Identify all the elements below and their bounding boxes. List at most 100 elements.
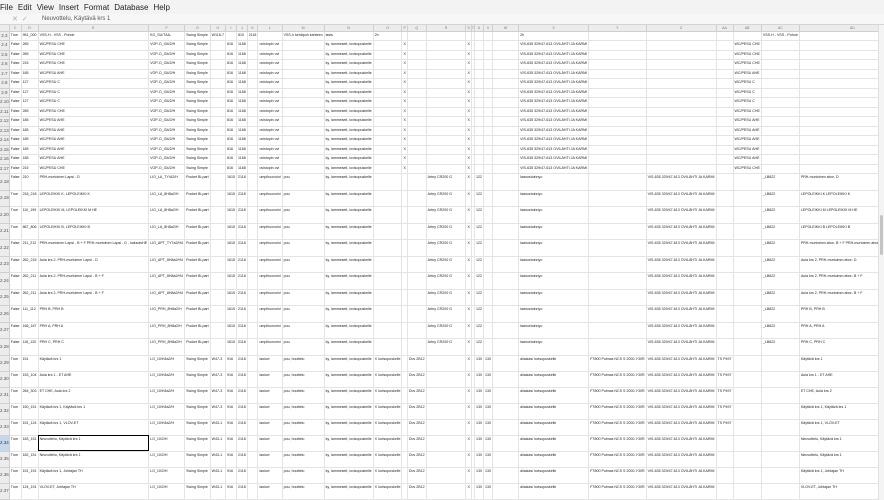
grid-cell[interactable] — [733, 467, 762, 484]
grid-cell[interactable]: aliasiasi lovisopuskelle — [518, 419, 590, 436]
grid-cell[interactable] — [799, 97, 884, 108]
grid-cell[interactable] — [716, 190, 734, 207]
grid-cell[interactable] — [426, 154, 467, 165]
grid-cell[interactable] — [799, 116, 884, 127]
grid-cell[interactable]: VIS-635 329/47-613 OVILÄHTI JA KARMI — [646, 272, 717, 290]
grid-cell[interactable]: True — [9, 355, 22, 372]
grid-cell[interactable]: puu, huuttelu — [282, 435, 325, 452]
grid-cell[interactable]: puu — [282, 338, 325, 356]
row-header[interactable]: 2.4 — [0, 40, 10, 51]
grid-cell[interactable]: False — [9, 256, 22, 273]
grid-cell[interactable] — [426, 135, 467, 146]
grid-cell[interactable]: 1168 — [236, 116, 248, 127]
grid-cell[interactable]: WC/PESU AHE — [38, 69, 150, 79]
grid-cell[interactable] — [492, 223, 520, 240]
grid-cell[interactable]: LEPOLEIKKI K LEPOLEIKKI K — [799, 190, 884, 207]
grid-cell[interactable] — [426, 419, 467, 436]
grid-cell[interactable] — [716, 88, 734, 98]
grid-cell[interactable] — [588, 145, 647, 155]
grid-cell[interactable] — [483, 206, 494, 224]
grid-cell[interactable] — [761, 355, 800, 372]
grid-cell[interactable]: VOP-O_I34/2/H — [148, 135, 186, 146]
row-header[interactable]: 2.29 — [0, 355, 10, 372]
grid-cell[interactable]: 211_212 — [21, 239, 39, 257]
grid-cell[interactable] — [646, 154, 717, 165]
grid-cell[interactable] — [426, 31, 467, 41]
grid-cell[interactable] — [483, 239, 494, 257]
grid-cell[interactable]: VIS-635 329/47-613 OVILÄHTI JA KARMI — [646, 483, 717, 500]
grid-cell[interactable] — [483, 31, 494, 41]
grid-cell[interactable]: VIS-635 329/47-613 OVILÄHTI JA KARMI — [518, 69, 590, 79]
grid-cell[interactable] — [799, 59, 884, 70]
grid-cell[interactable]: laanustuinnyo — [518, 223, 590, 240]
row-header[interactable]: 2.26 — [0, 305, 10, 323]
grid-cell[interactable] — [373, 88, 403, 98]
grid-cell[interactable]: VIS-635 329/47-613 OVILÄHTI JA KARMI — [518, 164, 590, 174]
grid-cell[interactable]: Swing Simple — [184, 69, 211, 79]
grid-cell[interactable]: puu, huuttelu — [282, 371, 325, 388]
grid-cell[interactable]: 130 — [474, 435, 485, 452]
grid-cell[interactable]: FT800 Puimas NCS S 2000-Y30R — [588, 355, 647, 372]
grid-cell[interactable]: _LB622 — [761, 289, 800, 306]
grid-cell[interactable]: Neuvottelu, Käytävä krs 1 — [38, 451, 150, 468]
grid-cell[interactable] — [761, 403, 800, 420]
grid-cell[interactable]: 111_112 — [21, 305, 39, 323]
grid-cell[interactable]: Swing Simple — [184, 126, 211, 136]
grid-cell[interactable] — [210, 190, 226, 207]
grid-cell[interactable]: laanustuinnyo — [518, 272, 590, 290]
grid-cell[interactable]: 1168 — [236, 97, 248, 108]
grid-cell[interactable] — [799, 69, 884, 79]
grid-cell[interactable] — [492, 135, 520, 146]
grid-cell[interactable]: 265 — [21, 50, 39, 60]
grid-cell[interactable]: Aula krs 2, PRH-murtoimm Lapsi - B + F — [38, 289, 150, 306]
grid-cell[interactable] — [799, 145, 884, 155]
grid-cell[interactable] — [799, 135, 884, 146]
grid-cell[interactable]: W47-3 — [210, 355, 226, 372]
menu-edit[interactable]: Edit — [18, 3, 37, 12]
grid-cell[interactable] — [483, 97, 494, 108]
grid-cell[interactable]: 1168 — [236, 107, 248, 117]
grid-cell[interactable]: 816 — [225, 40, 237, 51]
grid-cell[interactable]: 166_167 — [21, 322, 39, 339]
grid-cell[interactable] — [210, 154, 226, 165]
grid-cell[interactable]: PRH A, PRH A — [799, 322, 884, 339]
grid-cell[interactable] — [588, 164, 647, 174]
grid-cell[interactable]: umpihuovoini — [257, 256, 283, 273]
grid-cell[interactable]: VIS-635 329/47-613 OVILÄHTI JA KARMI — [518, 135, 590, 146]
grid-cell[interactable]: TS P497 — [716, 403, 734, 420]
grid-cell[interactable]: Swing Simple — [184, 419, 211, 436]
grid-cell[interactable]: ky, lammeseit, lovisopuskelle — [324, 69, 374, 79]
grid-cell[interactable]: ky, lammeseit, lovisopuskelle — [324, 403, 374, 420]
grid-cell[interactable] — [588, 78, 647, 89]
grid-cell[interactable]: WC/PESU C — [38, 97, 150, 108]
grid-cell[interactable] — [247, 403, 259, 420]
grid-cell[interactable]: 816 — [225, 126, 237, 136]
grid-cell[interactable]: 153_104 — [21, 371, 39, 388]
grid-cell[interactable]: VIS-635 329/47-613 OVILÄHTI JA KARMI — [518, 59, 590, 70]
grid-cell[interactable] — [407, 88, 427, 98]
grid-cell[interactable]: Artny CR200 G — [426, 272, 467, 290]
grid-cell[interactable] — [210, 97, 226, 108]
grid-cell[interactable]: puu, huuttelu — [282, 483, 325, 500]
grid-cell[interactable] — [588, 289, 647, 306]
grid-cell[interactable] — [588, 322, 647, 339]
grid-cell[interactable]: LIO_PRH_8H8a2/H — [148, 338, 186, 356]
grid-cell[interactable] — [483, 256, 494, 273]
grid-cell[interactable]: 2118 — [236, 223, 248, 240]
grid-cell[interactable]: VOP-O_I34/2/H — [148, 126, 186, 136]
grid-cell[interactable] — [247, 371, 259, 388]
grid-cell[interactable]: 262_211 — [21, 272, 39, 290]
grid-cell[interactable] — [492, 403, 520, 420]
row-header[interactable]: 2.19 — [0, 190, 10, 207]
grid-cell[interactable]: 2118 — [236, 190, 248, 207]
grid-cell[interactable]: LIO_PRH_8H8a2/H — [148, 305, 186, 323]
grid-cell[interactable] — [716, 154, 734, 165]
row-header[interactable]: 2.27 — [0, 322, 10, 339]
grid-cell[interactable]: 127 — [21, 88, 39, 98]
grid-cell[interactable]: PRH-murtoimm Lapsi - B + F PRH-murtoimm … — [38, 239, 150, 257]
grid-cell[interactable]: ovistopin ovi — [257, 50, 283, 60]
grid-cell[interactable] — [716, 78, 734, 89]
grid-cell[interactable] — [373, 239, 403, 257]
grid-cell[interactable] — [716, 59, 734, 70]
grid-cell[interactable]: ky, lammeseit, lovisopuskelle — [324, 305, 374, 323]
